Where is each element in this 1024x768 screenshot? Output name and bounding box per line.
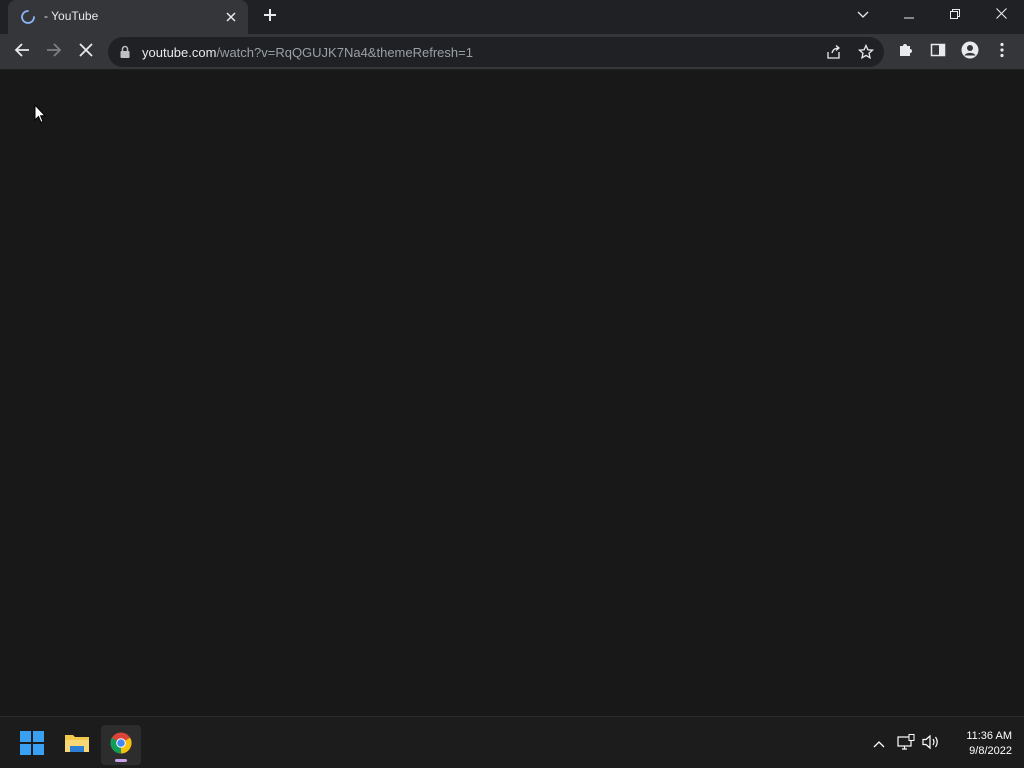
- browser-toolbar: youtube.com/watch?v=RqQGUJK7Na4&themeRef…: [0, 34, 1024, 70]
- windows-start-icon: [20, 730, 44, 760]
- tab-youtube[interactable]: - YouTube: [8, 0, 248, 34]
- chevron-up-icon: [873, 735, 885, 753]
- page-content: [0, 70, 1024, 716]
- minimize-icon: [904, 6, 914, 24]
- window-close-button[interactable]: [978, 0, 1024, 30]
- restore-icon: [950, 6, 960, 24]
- profile-button[interactable]: [956, 38, 984, 66]
- system-clock[interactable]: 11:36 AM 9/8/2022: [946, 729, 1012, 759]
- show-hidden-icons-button[interactable]: [870, 735, 888, 753]
- url-host: youtube.com: [142, 45, 217, 60]
- restore-button[interactable]: [932, 0, 978, 30]
- arrow-left-icon: [14, 42, 30, 63]
- share-icon[interactable]: [824, 42, 844, 62]
- url-text: youtube.com/watch?v=RqQGUJK7Na4&themeRef…: [142, 45, 473, 60]
- menu-button[interactable]: [988, 38, 1016, 66]
- active-indicator: [115, 759, 127, 762]
- stop-icon: [79, 42, 93, 62]
- address-bar[interactable]: youtube.com/watch?v=RqQGUJK7Na4&themeRef…: [108, 37, 884, 67]
- network-button[interactable]: [897, 733, 915, 755]
- clock-time: 11:36 AM: [966, 730, 1012, 742]
- stop-button[interactable]: [72, 38, 100, 66]
- clock-date: 9/8/2022: [969, 745, 1012, 757]
- chrome-button[interactable]: [101, 725, 141, 765]
- back-button[interactable]: [8, 38, 36, 66]
- chevron-down-icon: [857, 6, 869, 24]
- tab-search-button[interactable]: [840, 0, 886, 30]
- new-tab-button[interactable]: [258, 5, 282, 29]
- kebab-menu-icon: [1000, 42, 1004, 63]
- window-close-icon: [995, 6, 1007, 24]
- url-path: /watch?v=RqQGUJK7Na4&themeRefresh=1: [216, 45, 473, 60]
- extensions-button[interactable]: [892, 38, 920, 66]
- minimize-button[interactable]: [886, 0, 932, 30]
- volume-button[interactable]: [922, 734, 940, 755]
- taskbar: 11:36 AM 9/8/2022: [0, 716, 1024, 768]
- network-icon: [897, 733, 915, 755]
- puzzle-icon: [898, 42, 914, 63]
- chrome-icon: [110, 732, 132, 759]
- star-icon[interactable]: [856, 42, 876, 62]
- forward-button[interactable]: [40, 38, 68, 66]
- folder-icon: [64, 732, 90, 759]
- arrow-right-icon: [46, 42, 62, 63]
- side-panel-button[interactable]: [924, 38, 952, 66]
- loading-spinner-icon: [20, 9, 36, 25]
- close-icon[interactable]: [222, 8, 240, 26]
- side-panel-icon: [930, 42, 946, 63]
- volume-icon: [922, 734, 940, 755]
- tab-title: - YouTube: [44, 9, 99, 23]
- profile-icon: [961, 41, 979, 64]
- file-explorer-button[interactable]: [57, 725, 97, 765]
- plus-icon: [263, 8, 277, 27]
- start-button[interactable]: [12, 725, 52, 765]
- mouse-cursor-icon: [34, 103, 47, 124]
- tab-strip: - YouTube: [0, 0, 1024, 34]
- lock-icon[interactable]: [118, 45, 132, 59]
- browser-window: - YouTube youtube.com/watch?v=RqQGUJK7Na…: [0, 0, 1024, 716]
